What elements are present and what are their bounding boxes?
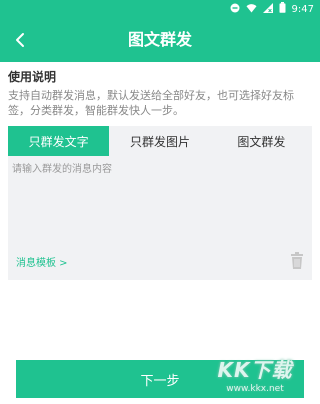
panel-footer: 消息模板 > [8, 250, 312, 274]
tab-text-only[interactable]: 只群发文字 [8, 126, 110, 156]
compose-panel: 只群发文字 只群发图片 图文群发 消息模板 > [8, 126, 312, 280]
page-title: 图文群发 [127, 30, 192, 49]
signal-icon [262, 2, 273, 16]
status-icons [230, 2, 286, 16]
usage-description: 支持自动群发消息，默认发送给全部好友，也可选择好友标签，分类群发，智能群发快人一… [8, 89, 294, 117]
watermark: KK下载 www.kkx.net [200, 348, 310, 402]
status-time: 9:47 [291, 3, 314, 15]
battery-icon [279, 2, 286, 16]
app-bar: 9:47 图文群发 [0, 0, 320, 62]
trash-icon[interactable] [290, 252, 304, 270]
status-bar: 9:47 [0, 0, 320, 18]
watermark-url: www.kkx.net [226, 384, 284, 394]
nav-row: 图文群发 [0, 18, 320, 62]
message-input[interactable] [12, 160, 308, 240]
message-template-link[interactable]: 消息模板 > [16, 254, 68, 269]
do-not-disturb-icon [230, 3, 240, 16]
tab-image-text[interactable]: 图文群发 [211, 126, 312, 156]
send-mode-tabs: 只群发文字 只群发图片 图文群发 [8, 126, 312, 156]
wifi-icon [246, 3, 257, 16]
section-title: 使用说明 [8, 70, 57, 84]
watermark-logo: KK下载 [217, 357, 293, 382]
tab-image-only[interactable]: 只群发图片 [109, 126, 210, 156]
